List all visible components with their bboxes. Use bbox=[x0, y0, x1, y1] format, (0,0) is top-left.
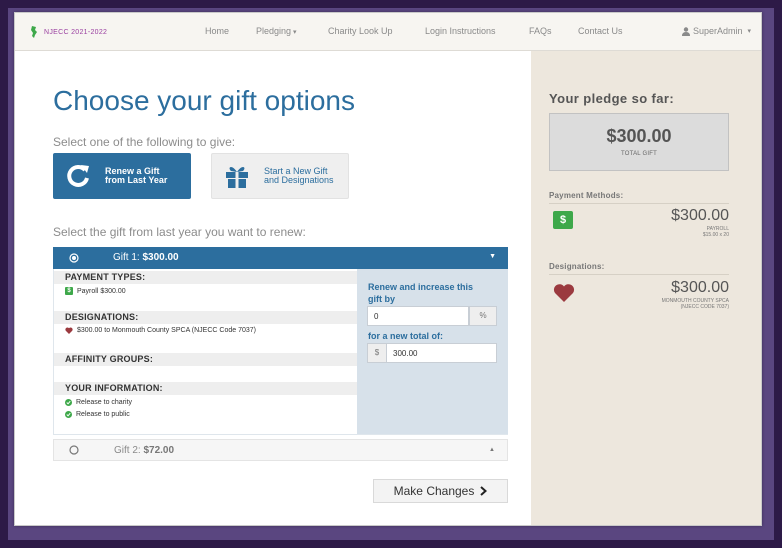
user-menu[interactable]: SuperAdmin ▾ bbox=[681, 26, 751, 36]
total-gift-label: TOTAL GIFT bbox=[621, 151, 657, 157]
user-name: SuperAdmin bbox=[692, 26, 743, 36]
new-total-value: 300.00 bbox=[393, 349, 418, 358]
renew-increase-panel: Renew and increase this gift by 0 % for … bbox=[357, 269, 508, 434]
options-subtitle: Select one of the following to give: bbox=[53, 135, 236, 149]
check-circle-icon bbox=[65, 411, 72, 418]
pledge-title: Your pledge so far: bbox=[549, 91, 675, 106]
new-total-input[interactable]: 300.00 bbox=[386, 343, 497, 363]
pledge-summary-panel: Your pledge so far: $300.00 TOTAL GIFT P… bbox=[531, 51, 761, 525]
make-changes-button[interactable]: Make Changes bbox=[373, 479, 508, 503]
logo-text: NJECC 2021-2022 bbox=[44, 28, 108, 36]
refresh-icon bbox=[67, 164, 89, 187]
designations-side-heading: Designations: bbox=[549, 262, 605, 271]
your-information-heading: YOUR INFORMATION: bbox=[54, 382, 357, 395]
heart-icon bbox=[553, 284, 575, 302]
affinity-groups-heading: AFFINITY GROUPS: bbox=[54, 353, 357, 366]
radio-unselected-icon[interactable] bbox=[69, 445, 79, 455]
main-panel: Choose your gift options Select one of t… bbox=[15, 51, 531, 525]
designation-code: (NJECC CODE 7037) bbox=[680, 304, 729, 310]
start-new-gift-label: Start a New Gift and Designations bbox=[264, 166, 334, 185]
gift-1-details: PAYMENT TYPES: $ Payroll $300.00 DESIGNA… bbox=[53, 269, 508, 435]
top-navbar: NJECC 2021-2022 Home Pledging ▾ Charity L… bbox=[15, 13, 761, 51]
gift-2-label: Gift 2: bbox=[114, 445, 141, 456]
payment-method-schedule: $15.00 x 20 bbox=[702, 232, 729, 238]
renew-gift-button[interactable]: Renew a Gift from Last Year bbox=[53, 153, 191, 199]
chevron-down-icon: ▾ bbox=[293, 29, 297, 36]
nav-pledging-label: Pledging bbox=[256, 26, 292, 36]
total-gift-box: $300.00 TOTAL GIFT bbox=[549, 113, 729, 171]
increase-percent-value: 0 bbox=[374, 312, 379, 321]
heart-icon bbox=[65, 327, 73, 334]
chevron-down-icon: ▾ bbox=[747, 28, 751, 35]
info-text: Release to public bbox=[76, 411, 130, 418]
radio-selected-icon[interactable] bbox=[69, 253, 79, 263]
caret-down-icon: ▼ bbox=[489, 253, 496, 260]
info-text: Release to charity bbox=[76, 399, 133, 406]
payment-type-text: Payroll $300.00 bbox=[77, 287, 126, 295]
start-new-gift-button[interactable]: Start a New Gift and Designations bbox=[211, 153, 349, 199]
make-changes-label: Make Changes bbox=[393, 484, 475, 498]
nav-home[interactable]: Home bbox=[205, 26, 229, 36]
info-item: Release to charity bbox=[65, 399, 132, 406]
nav-charity-lookup[interactable]: Charity Look Up bbox=[328, 26, 393, 36]
gift-2-title: Gift 2: $72.00 bbox=[114, 445, 174, 456]
gift-1-accordion-header[interactable]: Gift 1: $300.00 ▼ bbox=[53, 247, 508, 269]
gift-1-summary: PAYMENT TYPES: $ Payroll $300.00 DESIGNA… bbox=[54, 269, 357, 434]
nav-faqs[interactable]: FAQs bbox=[529, 26, 552, 36]
increase-percent-input[interactable]: 0 bbox=[367, 306, 469, 326]
caret-up-icon: ▲ bbox=[489, 447, 495, 453]
dollar-addon: $ bbox=[367, 343, 387, 363]
designation-text: $300.00 to Monmouth County SPCA (NJECC C… bbox=[77, 327, 256, 334]
total-gift-amount: $300.00 bbox=[606, 126, 672, 146]
designations-heading: DESIGNATIONS: bbox=[54, 311, 357, 324]
divider bbox=[549, 274, 729, 275]
designation-item: $300.00 to Monmouth County SPCA (NJECC C… bbox=[65, 327, 256, 334]
select-gift-label: Select the gift from last year you want … bbox=[53, 225, 306, 239]
nj-map-icon bbox=[31, 26, 37, 38]
check-circle-icon bbox=[65, 399, 72, 406]
info-item: Release to public bbox=[65, 411, 130, 418]
gift-icon bbox=[226, 166, 248, 188]
page-title: Choose your gift options bbox=[53, 85, 355, 116]
payment-types-heading: PAYMENT TYPES: bbox=[54, 271, 357, 284]
gift-1-label: Gift 1: bbox=[113, 252, 140, 263]
site-logo[interactable]: NJECC 2021-2022 bbox=[27, 25, 107, 39]
divider bbox=[549, 203, 729, 204]
gift-2-amount: $72.00 bbox=[143, 445, 175, 456]
chevron-right-icon bbox=[480, 486, 488, 496]
designation-amount: $300.00 bbox=[671, 279, 729, 296]
percent-addon: % bbox=[469, 306, 497, 326]
user-icon bbox=[681, 26, 690, 36]
dollar-icon: $ bbox=[65, 287, 73, 295]
new-total-label: for a new total of: bbox=[368, 331, 443, 341]
gift-1-title: Gift 1: $300.00 bbox=[113, 252, 179, 263]
gift-1-amount: $300.00 bbox=[142, 252, 179, 263]
payment-method-amount: $300.00 bbox=[671, 207, 729, 224]
gift-2-accordion-header[interactable]: Gift 2: $72.00 ▲ bbox=[53, 439, 508, 461]
renew-gift-label: Renew a Gift from Last Year bbox=[105, 166, 168, 185]
nav-login-instructions[interactable]: Login Instructions bbox=[425, 26, 496, 36]
nav-contact-us[interactable]: Contact Us bbox=[578, 26, 623, 36]
dollar-icon: $ bbox=[553, 211, 573, 229]
nav-pledging[interactable]: Pledging ▾ bbox=[256, 26, 297, 36]
browser-window: NJECC 2021-2022 Home Pledging ▾ Charity L… bbox=[14, 12, 762, 526]
payment-methods-heading: Payment Methods: bbox=[549, 191, 624, 200]
payment-type-item: $ Payroll $300.00 bbox=[65, 287, 126, 295]
renew-increase-label: Renew and increase this gift by bbox=[368, 282, 474, 304]
